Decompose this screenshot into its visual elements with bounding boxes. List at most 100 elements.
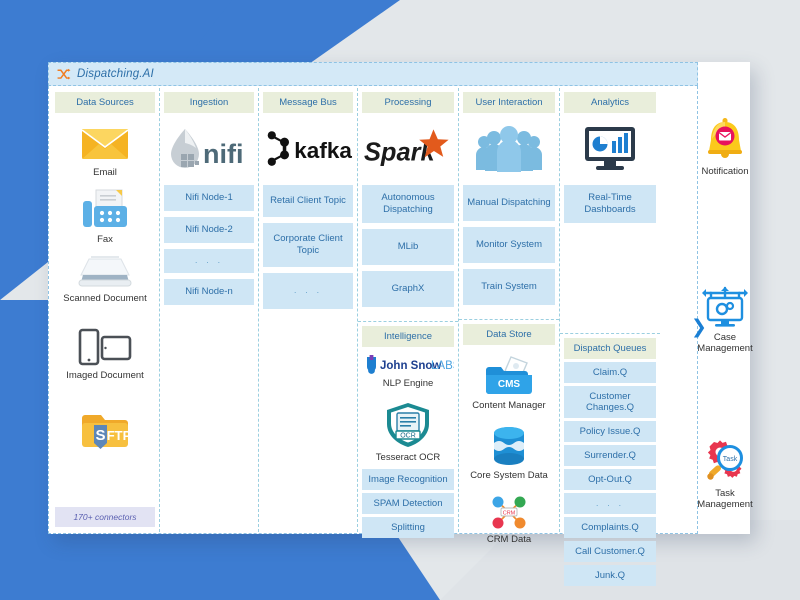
data-store-label: Core System Data [470,469,548,481]
queue-chip[interactable]: Claim.Q [564,361,656,383]
queue-chip[interactable]: Policy Issue.Q [564,420,656,442]
intelligence-item-ocr[interactable]: OCR Tesseract OCR [362,401,454,463]
kafka-logo: kafka [263,113,353,185]
data-source-label: Email [93,167,117,178]
section-header-data-store: Data Store [463,323,555,345]
tesseract-ocr-icon: OCR [387,402,429,447]
dashboard-monitor-icon-wrap [564,113,656,185]
data-source-fax[interactable]: Fax [55,188,155,245]
processing-chip[interactable]: GraphX [362,270,454,307]
outcome-case-management[interactable]: Case Management [697,286,753,355]
data-source-label: Fax [97,234,113,245]
scanner-icon [78,256,132,287]
intelligence-label: Tesseract OCR [375,451,441,463]
intelligence-label: NLP Engine [382,377,434,389]
section-header-dispatch-queues: Dispatch Queues [564,337,656,359]
data-store-item-crm[interactable]: CRM CRM Data [463,495,555,545]
email-envelope-icon [81,129,129,159]
ingestion-chip[interactable]: Nifi Node-n [164,278,254,305]
ingestion-chip[interactable]: Nifi Node-1 [164,185,254,211]
outcome-label-line2: Management [697,343,753,355]
ingestion-chip[interactable]: Nifi Node-2 [164,216,254,243]
intelligence-chip[interactable]: Image Recognition [362,468,454,490]
kafka-logo-icon: kafka [267,131,352,166]
queue-chip[interactable]: Customer Changes.Q [564,385,656,418]
fax-machine-icon [83,189,127,227]
queue-chip[interactable]: Junk.Q [564,564,656,586]
intelligence-chip[interactable]: SPAM Detection [362,492,454,514]
svg-text:nifi: nifi [203,139,244,169]
svg-text:CRM: CRM [503,510,516,516]
svg-text:S: S [95,427,105,444]
processing-chip[interactable]: Autonomous Dispatching [362,185,454,223]
outcome-label-line1: Case [713,332,737,343]
data-store-label: CRM Data [486,533,532,545]
data-store-item-core-system[interactable]: Core System Data [463,425,555,481]
outcome-label-line1: Task [715,488,735,499]
data-source-sftp[interactable]: S FTP [55,409,155,451]
section-dispatch-queues: Dispatch Queues Claim.Q Customer Changes… [560,332,660,589]
task-management-icon: Task [707,440,743,480]
column-data-sources: Data Sources Email Fax Scanned Document … [51,88,160,532]
svg-text:kafka: kafka [294,138,352,163]
architecture-diagram-card: Dispatching.AI Data Sources Email Fax Sc… [48,62,753,586]
intelligence-chip[interactable]: Splitting [362,516,454,538]
analytics-chip[interactable]: Real-Time Dashboards [564,185,656,223]
svg-text:CMS: CMS [498,379,521,390]
queue-chip[interactable]: Call Customer.Q [564,540,656,562]
column-analytics: Analytics Real-Time Dashboards Dispatch … [560,88,660,586]
data-store-item-content-manager[interactable]: CMS Content Manager [463,355,555,411]
user-interaction-chip[interactable]: Monitor System [463,226,555,263]
users-group-icon [476,126,542,172]
svg-text:Task: Task [723,456,738,463]
queue-chip-ellipsis: . . . [564,492,656,514]
data-source-label: Imaged Document [66,370,144,381]
user-interaction-chip[interactable]: Manual Dispatching [463,185,555,221]
app-title-bar: Dispatching.AI [48,62,698,86]
ingestion-chip-ellipsis: . . . [164,248,254,273]
message-bus-topic[interactable]: Corporate Client Topic [263,222,353,267]
outcome-label-line2: Management [697,499,753,511]
outcome-label: Notification [701,166,749,177]
users-group-icon-wrap [463,113,555,185]
outcomes-column: ❯ Notification Case Management Task Task… [691,86,753,534]
data-source-email[interactable]: Email [55,123,155,178]
sftp-folder-icon: S FTP [82,415,132,449]
intelligence-item-nlp[interactable]: John Snow LABS NLP Engine [362,354,454,389]
section-header-ingestion: Ingestion [164,92,254,113]
user-interaction-chip[interactable]: Train System [463,268,555,305]
column-processing: Processing Spark Autonomous Dispatching … [358,88,459,538]
crm-network-icon: CRM [492,496,526,529]
pipeline-columns: Data Sources Email Fax Scanned Document … [51,88,697,586]
column-ingestion: Ingestion nifi Nifi Node-1 Nifi Node-2 .… [160,88,259,532]
spark-logo-icon: Spark [364,129,449,167]
database-cylinder-icon [494,426,524,465]
processing-chip[interactable]: MLib [362,228,454,265]
svg-text:OCR: OCR [400,432,416,439]
case-management-icon [702,286,748,327]
queue-chip[interactable]: Complaints.Q [564,516,656,538]
outcome-notification[interactable]: Notification [700,118,750,177]
column-message-bus: Message Bus kafka Retail Client Topic Co… [259,88,358,532]
message-bus-topic[interactable]: Retail Client Topic [263,185,353,217]
section-header-intelligence: Intelligence [362,325,454,347]
section-header-user-interaction: User Interaction [463,92,555,113]
dashboard-monitor-icon [585,127,635,170]
shuffle-icon [57,68,71,80]
spark-logo: Spark [362,113,454,185]
svg-text:LABS: LABS [431,360,454,372]
data-source-scanner[interactable]: Scanned Document [55,255,155,304]
message-bus-topic-ellipsis: . . . [263,272,353,309]
mobile-tablet-icon [78,328,132,366]
svg-text:FTP: FTP [107,428,132,443]
queue-chip[interactable]: Opt-Out.Q [564,468,656,490]
column-user-interaction: User Interaction Manual Dispatching Moni… [459,88,560,545]
queue-chip[interactable]: Surrender.Q [564,444,656,466]
nifi-logo-icon: nifi [171,129,244,169]
data-source-imaged-document[interactable]: Imaged Document [55,328,155,381]
section-header-message-bus: Message Bus [263,92,353,113]
section-intelligence: Intelligence John Snow LABS NLP Engine [358,320,458,541]
outcome-task-management[interactable]: Task Task Management [697,438,753,511]
data-source-label: Scanned Document [63,293,147,304]
section-header-data-sources: Data Sources [55,92,155,113]
